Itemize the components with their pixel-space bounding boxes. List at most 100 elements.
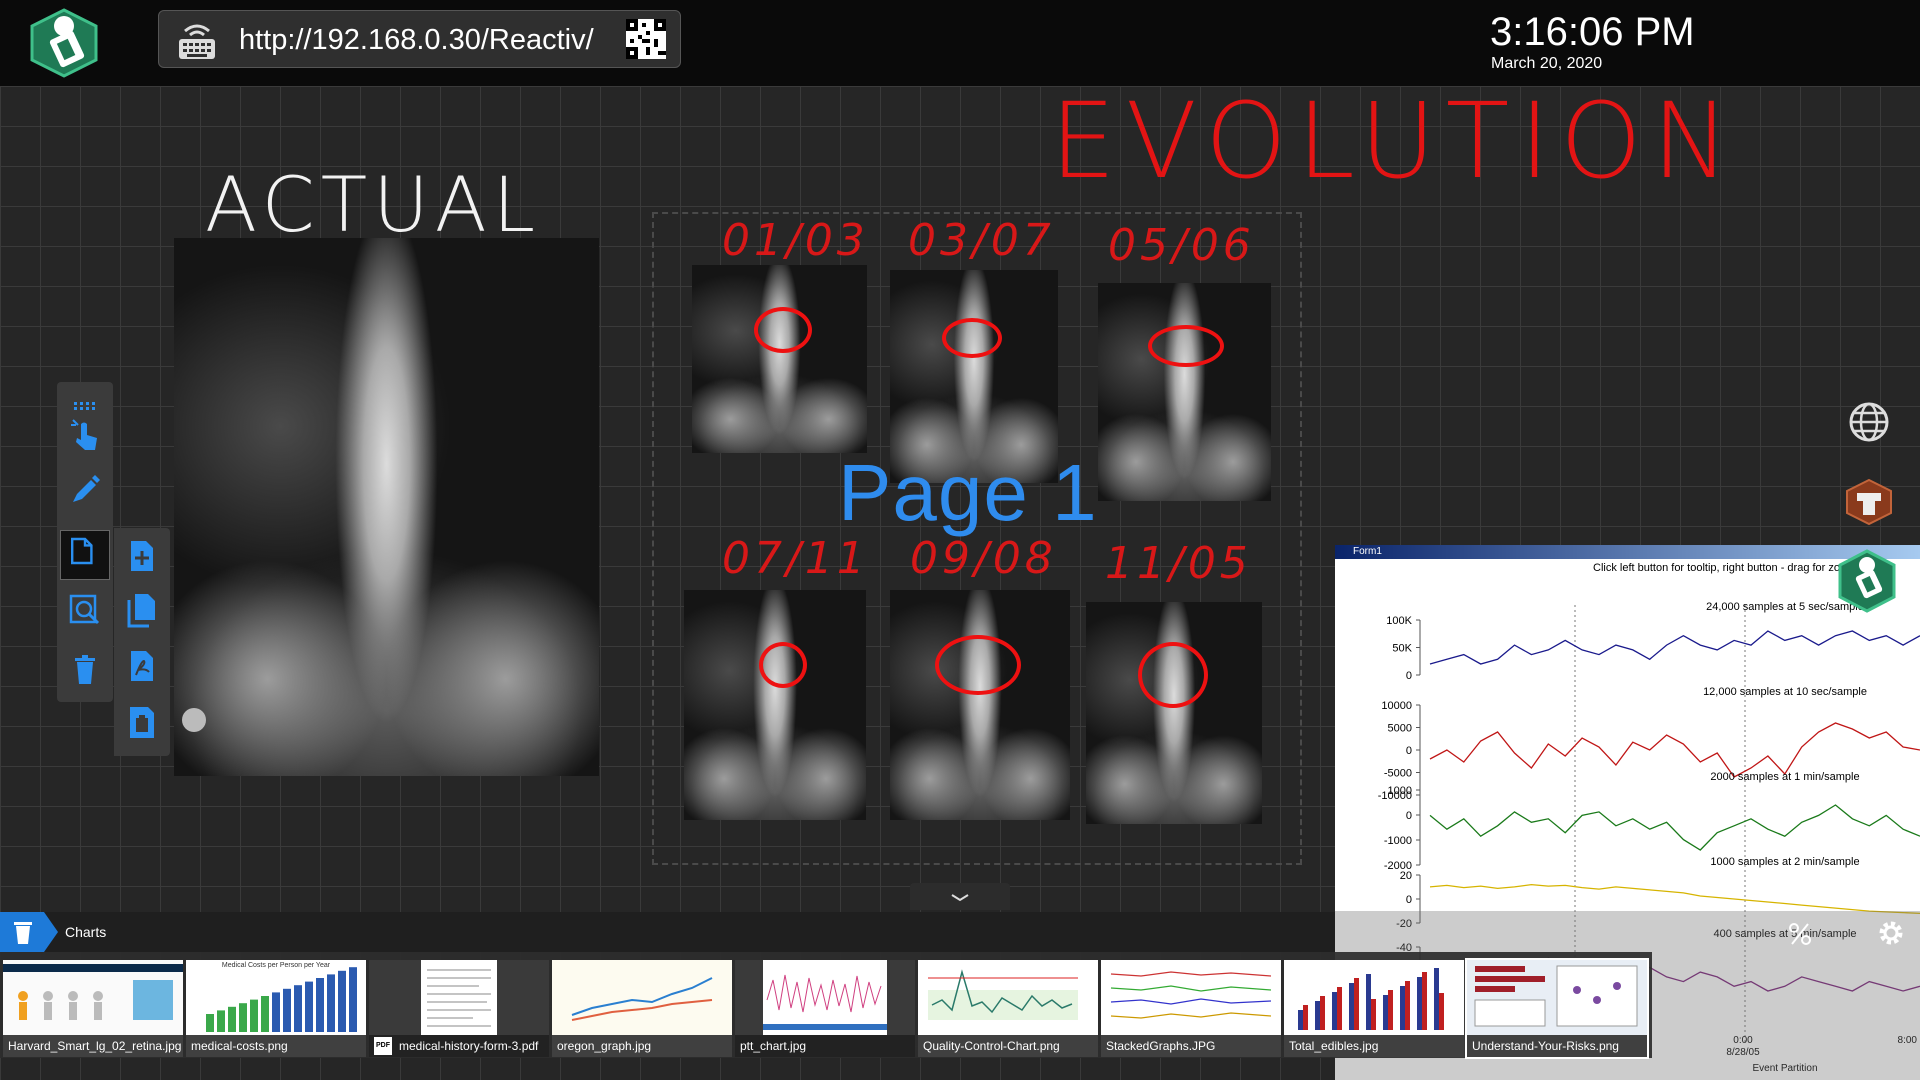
home-icon[interactable] xyxy=(1840,636,1890,686)
thumbnail-bar xyxy=(1349,983,1354,1030)
no-percent-icon[interactable] xyxy=(1786,920,1814,948)
file-name: Total_edibles.jpg xyxy=(1284,1035,1464,1057)
file-thumbnail[interactable]: Quality-Control-Chart.png xyxy=(918,960,1098,1057)
file-name: StackedGraphs.JPG xyxy=(1101,1035,1281,1057)
thumbnail-bar xyxy=(1354,978,1359,1030)
tick-label: 10000 xyxy=(1381,700,1412,712)
thumbnail-bar xyxy=(1366,974,1371,1030)
thumbnail-bar xyxy=(1298,1010,1303,1030)
eraser-app-icon[interactable] xyxy=(1843,477,1895,527)
xray-thumbnail[interactable] xyxy=(1086,602,1262,824)
page-label: Page 1 xyxy=(838,448,1098,537)
copy-document-icon[interactable] xyxy=(122,590,162,630)
xray-thumbnail[interactable] xyxy=(890,590,1070,820)
marker-pen-icon[interactable] xyxy=(65,470,105,510)
new-document-icon[interactable] xyxy=(122,536,162,576)
series-title: 12,000 samples at 10 sec/sample xyxy=(1703,686,1867,698)
file-thumbnail[interactable]: medical-history-form-3.pdf PDF xyxy=(369,960,549,1057)
tray-label[interactable]: Charts xyxy=(65,924,106,940)
thumbnail-bar xyxy=(338,970,346,1032)
drag-handle-icon[interactable] xyxy=(65,386,105,410)
thumbnail-bar xyxy=(1405,981,1410,1030)
file-thumbnail[interactable]: Total_edibles.jpg xyxy=(1284,960,1464,1057)
thumbnail-bar xyxy=(1320,996,1325,1030)
file-name: medical-costs.png xyxy=(186,1035,366,1057)
thumbnail-bar xyxy=(327,974,335,1032)
document-tool-icon[interactable] xyxy=(60,530,110,580)
tray-tab[interactable] xyxy=(0,912,58,952)
tick-label: 20 xyxy=(1400,870,1412,882)
file-name: ptt_chart.jpg xyxy=(735,1035,915,1057)
top-bar: http://192.168.0.30/Reactiv/ 3:16:06 PM … xyxy=(0,0,1920,86)
thumbnail-bar xyxy=(294,985,302,1032)
file-thumbnail[interactable]: Harvard_Smart_lg_02_retina.jpg xyxy=(3,960,183,1057)
xray-thumbnail[interactable] xyxy=(692,265,867,453)
tick-label: -5000 xyxy=(1384,768,1412,780)
url-bar[interactable]: http://192.168.0.30/Reactiv/ xyxy=(158,10,681,68)
xray-actual[interactable] xyxy=(174,238,599,776)
date-label: 11/05 xyxy=(1105,538,1252,589)
pdf-document-icon[interactable] xyxy=(122,646,162,686)
series-title: 1000 samples at 2 min/sample xyxy=(1710,856,1859,868)
thumbnail-bar xyxy=(283,988,291,1032)
tick-label: 0 xyxy=(1406,894,1412,906)
series-line xyxy=(1429,804,1920,851)
handwritten-actual[interactable]: ACTUAL xyxy=(205,160,541,249)
clock-date: March 20, 2020 xyxy=(1491,55,1603,72)
collapse-tray-button[interactable] xyxy=(910,883,1010,910)
file-name: Understand-Your-Risks.png xyxy=(1467,1035,1647,1057)
thumbnail-bar xyxy=(1417,977,1422,1030)
xray-thumbnail[interactable] xyxy=(684,590,866,820)
touch-select-icon[interactable] xyxy=(65,414,105,454)
file-caption: medical-history-form-3.pdf xyxy=(369,1035,549,1057)
tick-label: -1000 xyxy=(1384,835,1412,847)
thumbnail-bar xyxy=(1303,1005,1308,1030)
zoom-doc-icon[interactable] xyxy=(65,590,105,630)
globe-icon[interactable] xyxy=(1847,400,1891,444)
thumbnail-bar xyxy=(217,1010,225,1032)
keyboard-wifi-icon[interactable] xyxy=(175,19,219,61)
clock-time: 3:16:06 PM xyxy=(1490,10,1695,54)
file-thumbnail[interactable]: Understand-Your-Risks.png xyxy=(1465,958,1649,1059)
chevron-down-icon xyxy=(951,894,969,902)
date-label: 01/03 xyxy=(722,215,869,266)
thumbnail-bar xyxy=(1371,999,1376,1030)
series-line xyxy=(1429,722,1920,778)
qr-code-icon[interactable] xyxy=(626,19,666,59)
xray-thumbnail[interactable] xyxy=(1098,283,1271,501)
tick-label: 100K xyxy=(1386,615,1412,627)
thumbnail-bar xyxy=(250,999,258,1032)
tool-palette xyxy=(57,382,113,702)
file-name: medical-history-form-3.pdf xyxy=(399,1039,539,1053)
thumbnail-bar xyxy=(1400,986,1405,1030)
thumbnail-title: Medical Costs per Person per Year xyxy=(221,962,331,969)
url-text[interactable]: http://192.168.0.30/Reactiv/ xyxy=(239,24,594,57)
tray-header xyxy=(0,912,1335,952)
file-name: Quality-Control-Chart.png xyxy=(918,1035,1098,1057)
tick-label: 0 xyxy=(1406,745,1412,757)
thumbnail-bar xyxy=(1315,1001,1320,1030)
file-thumbnail[interactable]: oregon_graph.jpg xyxy=(552,960,732,1057)
file-thumbnail[interactable]: StackedGraphs.JPG xyxy=(1101,960,1281,1057)
thumbnail-bar xyxy=(228,1006,236,1032)
trash-icon[interactable] xyxy=(65,650,105,690)
date-label: 07/11 xyxy=(722,533,869,584)
file-thumbnail[interactable]: Medical Costs per Person per Year medica… xyxy=(186,960,366,1057)
thumbnail-bar xyxy=(239,1003,247,1032)
thumbnail-bar xyxy=(1422,972,1427,1030)
handwritten-evolution[interactable]: EVOLUTION xyxy=(1050,80,1740,202)
thumbnail-bar xyxy=(272,992,280,1032)
thumbnail-bar xyxy=(261,996,269,1032)
app-logo-icon[interactable] xyxy=(1834,548,1900,614)
thumbnail-bar xyxy=(1383,995,1388,1030)
file-thumbnail[interactable]: ptt_chart.jpg xyxy=(735,960,915,1057)
thumbnail-bar xyxy=(349,967,357,1032)
file-name: Harvard_Smart_lg_02_retina.jpg xyxy=(3,1035,183,1057)
gear-icon[interactable] xyxy=(1876,918,1906,948)
series-line xyxy=(1429,883,1920,915)
clipboard-document-icon[interactable] xyxy=(122,702,162,742)
app-logo-icon[interactable] xyxy=(24,6,104,80)
tick-label: 1000 xyxy=(1388,785,1412,797)
thumbnail-bar xyxy=(1439,993,1444,1030)
date-label: 09/08 xyxy=(910,533,1057,584)
